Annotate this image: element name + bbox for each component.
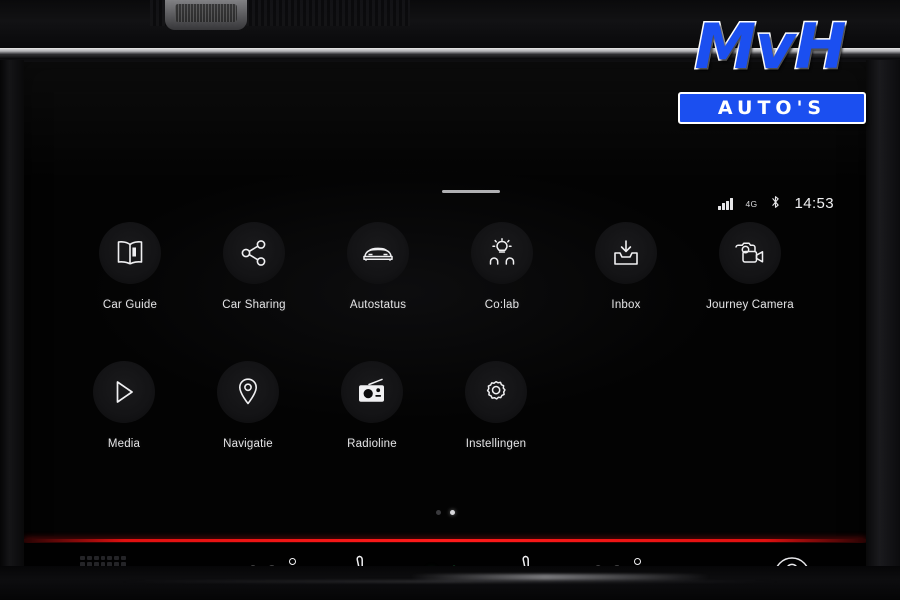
- dashboard-right-bezel: [866, 60, 900, 600]
- dashboard-bottom-bezel: [0, 566, 900, 600]
- app-label: Media: [107, 438, 141, 450]
- degree-icon: [634, 557, 642, 565]
- right-temperature-control[interactable]: 20 .0: [545, 557, 770, 567]
- left-temp-whole: 20: [244, 561, 282, 567]
- signal-bars-icon: [718, 198, 733, 210]
- radio-icon[interactable]: [341, 361, 403, 423]
- clock-label: 14:53: [794, 195, 834, 212]
- right-seat-heater-button[interactable]: OFF: [517, 553, 545, 566]
- app-label: Inbox: [611, 299, 641, 311]
- right-temperature-value: 20 .0: [589, 557, 652, 567]
- infotainment-screen[interactable]: 4G 14:53 Car Guide Car Sharing Autostatu…: [24, 62, 866, 566]
- accent-divider: [24, 539, 866, 542]
- dashboard-gloss-highlight-2: [120, 580, 780, 583]
- app-label: Autostatus: [349, 299, 407, 311]
- degree-icon: [289, 557, 297, 565]
- page-indicator[interactable]: [24, 510, 866, 515]
- share-nodes-icon[interactable]: [223, 222, 285, 284]
- user-avatar-icon[interactable]: [770, 553, 814, 566]
- app-label: Navigatie: [223, 438, 273, 450]
- app-label: Co:lab: [484, 299, 520, 311]
- app-grid: Car Guide Car Sharing Autostatus Co:lab …: [24, 222, 866, 450]
- mirror-mesh: [175, 4, 237, 22]
- climate-bar: 20 .0 OFF: [24, 543, 866, 566]
- app-autostatus[interactable]: Autostatus: [316, 222, 440, 311]
- right-temp-whole: 20: [589, 561, 627, 567]
- inbox-tray-icon[interactable]: [595, 222, 657, 284]
- app-car-sharing[interactable]: Car Sharing: [192, 222, 316, 311]
- page-dot-1[interactable]: [435, 510, 441, 515]
- app-media[interactable]: Media: [62, 361, 186, 450]
- app-radioline[interactable]: Radioline: [310, 361, 434, 450]
- seat-heater-icon[interactable]: [351, 553, 379, 566]
- app-label: Instellingen: [465, 438, 527, 450]
- app-instellingen[interactable]: Instellingen: [434, 361, 558, 450]
- seat-heater-icon[interactable]: [517, 553, 545, 566]
- app-navigatie[interactable]: Navigatie: [186, 361, 310, 450]
- play-triangle-icon[interactable]: [93, 361, 155, 423]
- watermark-brand: MvH: [693, 8, 848, 84]
- watermark-tagline: AUTO'S: [678, 92, 866, 124]
- left-temperature-value: 20 .0: [244, 557, 307, 567]
- watermark-logo: MvH AUTO'S: [672, 8, 868, 124]
- car-front-icon[interactable]: [347, 222, 409, 284]
- gear-icon[interactable]: [465, 361, 527, 423]
- auto-climate-button[interactable]: A: [379, 562, 517, 566]
- book-icon[interactable]: [99, 222, 161, 284]
- app-label: Radioline: [347, 438, 397, 450]
- app-colab[interactable]: Co:lab: [440, 222, 564, 311]
- map-pin-icon[interactable]: [217, 361, 279, 423]
- app-journey-camera[interactable]: Journey Camera: [688, 222, 812, 311]
- app-row-1: Car Guide Car Sharing Autostatus Co:lab …: [24, 222, 866, 311]
- app-matrix-icon[interactable]: [80, 556, 126, 566]
- profile-button[interactable]: [770, 553, 814, 566]
- app-matrix-button[interactable]: [24, 556, 126, 566]
- drawer-handle[interactable]: [442, 190, 500, 193]
- app-inbox[interactable]: Inbox: [564, 222, 688, 311]
- left-seat-heater-button[interactable]: OFF: [351, 553, 379, 566]
- video-camera-icon[interactable]: [719, 222, 781, 284]
- app-row-2: Media Navigatie Radioline Instellingen: [24, 361, 866, 450]
- page-dot-2[interactable]: [449, 510, 455, 515]
- fan-icon[interactable]: [445, 562, 471, 566]
- lightbulb-people-icon[interactable]: [471, 222, 533, 284]
- app-car-guide[interactable]: Car Guide: [68, 222, 192, 311]
- left-temperature-control[interactable]: 20 .0: [126, 557, 351, 567]
- app-label: Car Guide: [102, 299, 158, 311]
- dashboard-left-bezel: [0, 60, 24, 600]
- status-bar: 4G 14:53: [718, 195, 834, 212]
- app-label: Journey Camera: [706, 299, 794, 311]
- dashboard-photo: 4G 14:53 Car Guide Car Sharing Autostatu…: [0, 0, 900, 600]
- network-type-label: 4G: [745, 198, 758, 209]
- app-label: Car Sharing: [222, 299, 286, 311]
- bluetooth-icon: [770, 195, 781, 212]
